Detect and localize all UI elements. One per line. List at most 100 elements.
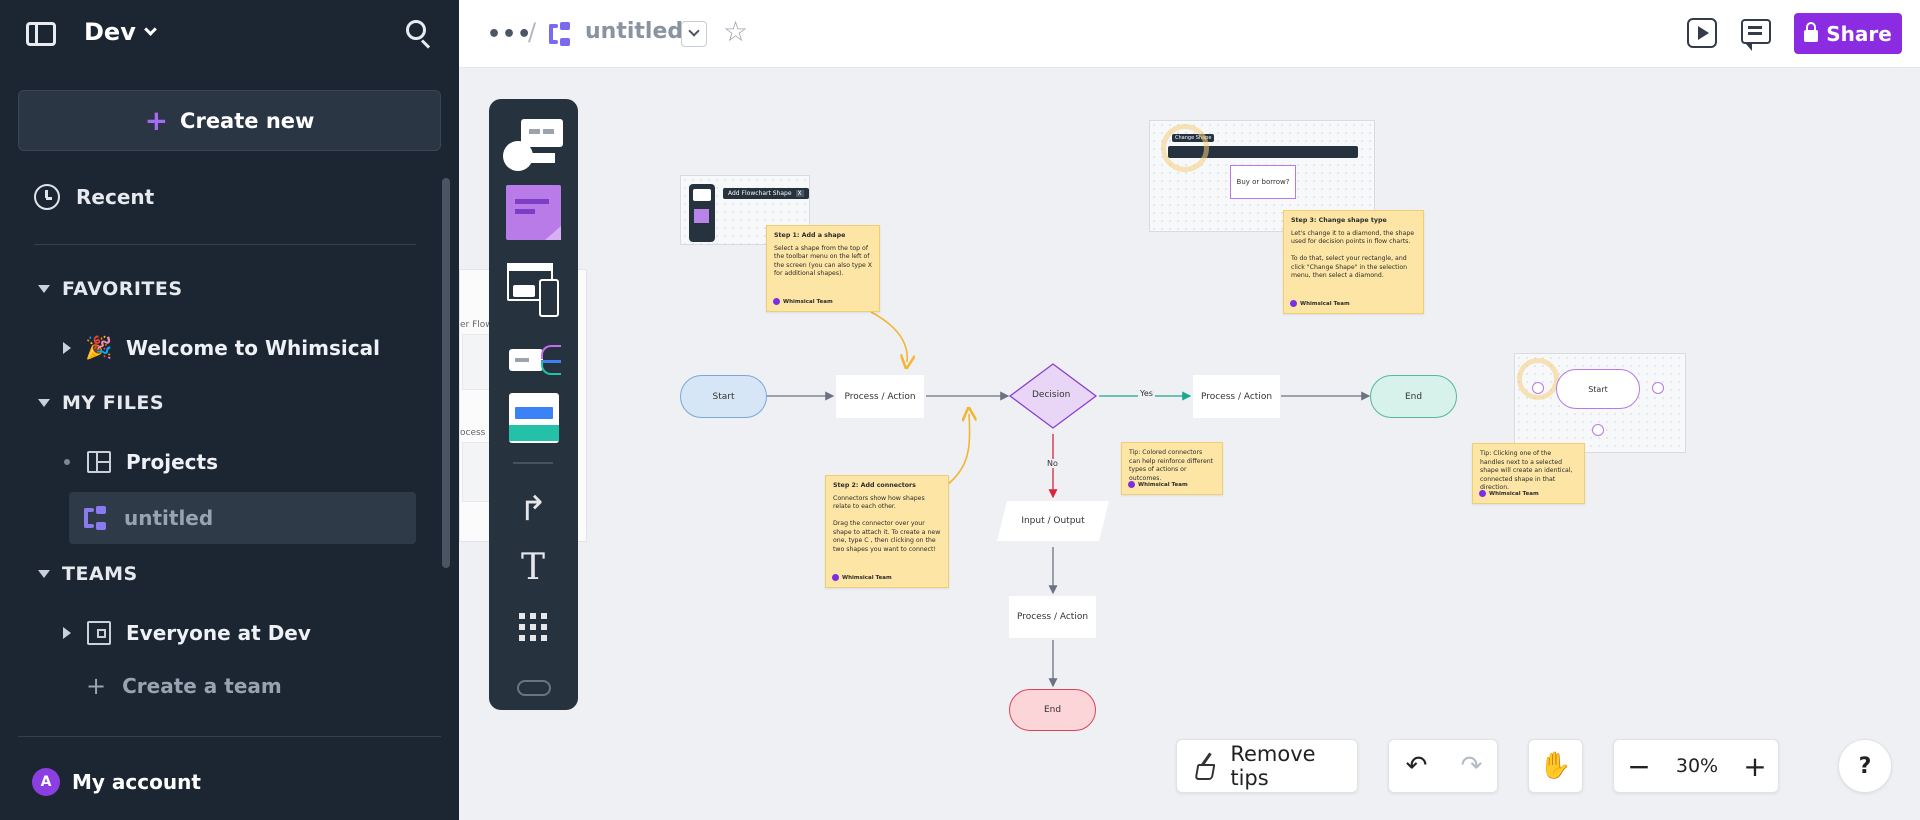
help-button[interactable]: ? bbox=[1838, 739, 1892, 793]
tip-sticky-colored[interactable]: Tip: Colored connectors can help reinfor… bbox=[1121, 442, 1223, 495]
whimsical-logo-icon bbox=[773, 298, 780, 306]
connector-tool-icon[interactable]: ↱ bbox=[501, 489, 565, 543]
section-teams[interactable]: TEAMS bbox=[38, 563, 138, 585]
tooltip-text: Add Flowchart Shape bbox=[728, 190, 792, 197]
end-node[interactable]: End bbox=[1009, 689, 1096, 731]
tip-sticky-step3[interactable]: Step 3: Change shape type Let's change i… bbox=[1283, 210, 1424, 314]
avatar: A bbox=[32, 768, 60, 796]
create-new-button[interactable]: + Create new bbox=[18, 90, 441, 151]
author-name: Whimsical Team bbox=[1489, 490, 1539, 497]
input-output-label[interactable]: Input / Output bbox=[1002, 513, 1104, 529]
sticky-title: Step 1: Add a shape bbox=[774, 232, 846, 239]
selected-shape[interactable]: Buy or borrow? bbox=[1230, 165, 1296, 199]
selected-start-node[interactable]: Start bbox=[1556, 369, 1640, 409]
sticky-title: Step 2: Add connectors bbox=[833, 482, 916, 489]
process-node[interactable]: Process / Action bbox=[836, 375, 924, 418]
tip-sticky-step1[interactable]: Step 1: Add a shape Select a shape from … bbox=[766, 225, 880, 312]
yes-label: Yes bbox=[1138, 389, 1155, 398]
process-node[interactable]: Process / Action bbox=[1193, 375, 1280, 418]
file-item-untitled[interactable]: untitled bbox=[69, 492, 416, 544]
whimsical-logo-icon bbox=[832, 574, 839, 582]
workspace-name: Dev bbox=[84, 18, 136, 46]
more-tools-grid-icon[interactable] bbox=[501, 609, 565, 663]
flowchart-shape-tool-icon[interactable] bbox=[501, 117, 565, 171]
sticky-title: Step 3: Change shape type bbox=[1291, 217, 1387, 224]
document-title[interactable]: untitled bbox=[585, 19, 683, 44]
create-team-link[interactable]: + Create a team bbox=[86, 672, 282, 700]
favorite-item-welcome[interactable]: 🎉 Welcome to Whimsical bbox=[62, 322, 416, 374]
topbar: ••• / untitled ☆ Share bbox=[459, 0, 1920, 68]
tip-curve-arrow bbox=[870, 311, 907, 362]
remove-tips-label: Remove tips bbox=[1230, 742, 1316, 790]
star-icon[interactable]: ☆ bbox=[723, 15, 748, 48]
zoom-in-button[interactable]: + bbox=[1730, 740, 1780, 792]
zoom-control: − 30% + bbox=[1613, 739, 1779, 793]
sidebar-scrollbar[interactable] bbox=[442, 178, 450, 568]
sticky-author: Whimsical Team bbox=[1128, 481, 1188, 490]
caret-right-icon[interactable] bbox=[63, 342, 71, 354]
item-label: Welcome to Whimsical bbox=[126, 336, 380, 360]
author-name: Whimsical Team bbox=[1138, 481, 1188, 488]
remove-tips-button[interactable]: Remove tips bbox=[1176, 739, 1358, 793]
broom-icon bbox=[1193, 754, 1216, 778]
bullet-dot bbox=[64, 459, 70, 465]
file-item-projects[interactable]: Projects bbox=[62, 436, 416, 488]
decision-label: Decision bbox=[1032, 390, 1071, 400]
sidebar: Dev + Create new Recent FAVORITES 🎉 Welc… bbox=[0, 0, 459, 820]
lock-icon bbox=[1804, 22, 1819, 42]
share-button[interactable]: Share bbox=[1794, 13, 1902, 54]
sticky-body: Select a shape from the top of the toolb… bbox=[774, 244, 873, 278]
toolbar-divider bbox=[513, 462, 553, 464]
comments-icon[interactable] bbox=[1741, 19, 1771, 51]
mindmap-tool-icon[interactable] bbox=[501, 337, 565, 391]
title-dropdown-button[interactable] bbox=[681, 21, 707, 47]
present-icon[interactable] bbox=[1687, 18, 1717, 48]
search-icon[interactable] bbox=[406, 20, 432, 49]
section-my-files[interactable]: MY FILES bbox=[38, 392, 164, 414]
clock-icon bbox=[34, 184, 60, 210]
account-label: My account bbox=[72, 770, 201, 794]
sticky-note-tool-icon[interactable] bbox=[501, 185, 565, 240]
start-node[interactable]: Start bbox=[680, 375, 767, 418]
redo-icon[interactable]: ↷ bbox=[1444, 740, 1499, 792]
section-favorites[interactable]: FAVORITES bbox=[38, 278, 183, 300]
caret-down-icon bbox=[38, 399, 50, 407]
team-item-everyone[interactable]: Everyone at Dev bbox=[62, 607, 416, 659]
my-account-link[interactable]: A My account bbox=[32, 768, 201, 796]
wireframe-tool-icon[interactable] bbox=[501, 263, 565, 317]
end-node[interactable]: End bbox=[1370, 375, 1457, 418]
divider bbox=[34, 244, 416, 245]
sticky-body: Drag the connector over your shape to at… bbox=[833, 520, 941, 553]
sticky-author: Whimsical Team bbox=[1290, 300, 1350, 309]
recent-link[interactable]: Recent bbox=[34, 184, 154, 210]
handle-left-icon[interactable] bbox=[1532, 382, 1544, 394]
doc-tool-icon[interactable] bbox=[501, 393, 565, 447]
tooltip-key: X bbox=[795, 190, 804, 197]
shape-toolbar: ↱ T bbox=[489, 99, 578, 710]
whimsical-logo-icon bbox=[1479, 490, 1486, 498]
flowchart-icon bbox=[549, 22, 573, 46]
zoom-level[interactable]: 30% bbox=[1664, 740, 1730, 792]
handle-bottom-icon[interactable] bbox=[1592, 424, 1604, 436]
link-tool-icon[interactable] bbox=[501, 674, 565, 698]
process-node[interactable]: Process / Action bbox=[1009, 596, 1096, 638]
handle-right-icon[interactable] bbox=[1652, 382, 1664, 394]
sticky-body: Let's change it to a diamond, the shape … bbox=[1291, 229, 1415, 246]
pan-hand-icon[interactable]: ✋ bbox=[1528, 739, 1583, 793]
item-label: Projects bbox=[126, 450, 219, 474]
sticky-author: Whimsical Team bbox=[773, 298, 833, 307]
caret-right-icon[interactable] bbox=[63, 627, 71, 639]
workspace-switcher[interactable]: Dev bbox=[84, 18, 157, 46]
whimsical-logo-icon bbox=[1128, 481, 1135, 489]
more-menu-icon[interactable]: ••• bbox=[487, 22, 532, 47]
zoom-out-button[interactable]: − bbox=[1614, 740, 1664, 792]
sidebar-toggle-icon[interactable] bbox=[26, 22, 56, 46]
no-label: No bbox=[1045, 459, 1060, 468]
undo-icon[interactable]: ↶ bbox=[1389, 740, 1444, 792]
divider bbox=[18, 736, 441, 737]
board-canvas[interactable]: er Flow ocess Fl Start Process / Action … bbox=[459, 69, 1920, 820]
tip-sticky-handles[interactable]: Tip: Clicking one of the handles next to… bbox=[1472, 443, 1585, 504]
tip-sticky-step2[interactable]: Step 2: Add connectors Connectors show h… bbox=[825, 475, 949, 588]
text-tool-icon[interactable]: T bbox=[501, 547, 565, 601]
building-icon bbox=[87, 621, 111, 645]
